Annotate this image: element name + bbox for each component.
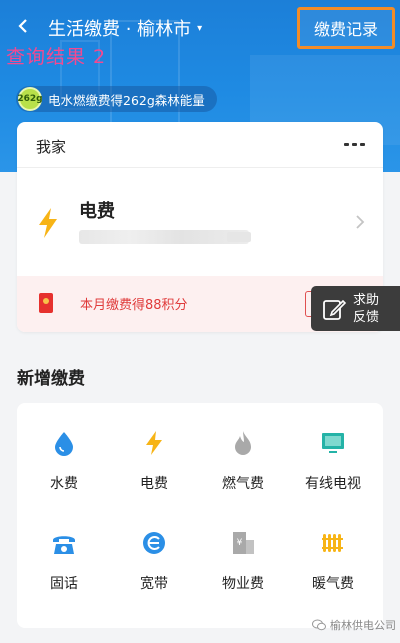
building-icon: ¥ [233,532,254,554]
help-feedback-button[interactable]: 求助反馈 [311,286,400,331]
account-number-blurred [79,230,249,244]
flame-icon [235,431,251,455]
chevron-left-icon [18,19,27,33]
svg-text:¥: ¥ [237,538,243,548]
radiator-icon [322,534,343,552]
chevron-right-icon[interactable] [355,214,365,230]
more-options-icon[interactable] [344,143,365,146]
energy-badge: 262g [17,87,43,111]
account-number-blurred [227,232,251,242]
payment-item-landline[interactable]: 固话 [23,530,103,610]
red-envelope-icon [39,293,53,313]
back-button[interactable] [12,14,34,38]
feedback-label: 求助反馈 [353,292,380,325]
payment-item-electricity[interactable]: 电费 [113,430,193,510]
lightning-icon [39,208,57,238]
payment-item-label: 固话 [50,576,78,592]
payment-item-label: 有线电视 [305,476,361,492]
lightning-icon [146,431,162,455]
caret-down-icon: ▾ [197,22,203,34]
section-title: 新增缴费 [17,369,85,389]
bill-type-name[interactable]: 电费 [79,197,115,223]
account-group-label: 我家 [36,138,67,156]
payment-item-label: 水费 [50,476,78,492]
payment-item-label: 暖气费 [312,576,354,592]
wechat-icon [312,619,326,631]
payment-item-label: 电费 [140,476,168,492]
payment-item-heating[interactable]: 暖气费 [292,530,372,610]
forest-energy-banner[interactable]: 262g 电水燃缴费得262g森林能量 [16,86,217,112]
page-title: 生活缴费 · 榆林市 [48,19,192,40]
reward-text: 本月缴费得88积分 [80,298,188,313]
energy-text: 电水燃缴费得262g森林能量 [48,92,205,108]
payment-record-button[interactable]: 缴费记录 [297,7,395,49]
card-header: 我家 [17,122,383,168]
payment-item-cable-tv[interactable]: 有线电视 [292,430,372,510]
payment-item-label: 物业费 [222,576,264,592]
watermark-text: 榆林供电公司 [330,619,396,632]
payment-item-property[interactable]: ¥ 物业费 [202,530,282,610]
annotation-text: 查询结果 2 [6,46,107,68]
water-drop-icon [55,432,73,456]
edit-icon [323,299,347,320]
payment-item-label: 燃气费 [222,476,264,492]
payment-item-water[interactable]: 水费 [23,430,103,510]
payment-item-label: 宽带 [140,576,168,592]
broadband-icon [143,532,165,554]
watermark: 榆林供电公司 [312,617,396,633]
payment-item-broadband[interactable]: 宽带 [113,530,193,610]
tv-icon [322,433,344,453]
telephone-icon [53,536,75,554]
payment-item-gas[interactable]: 燃气费 [202,430,282,510]
city-selector[interactable]: 生活缴费 · 榆林市 ▾ [48,15,202,41]
payment-type-grid: 水费 电费 燃气费 有线电视 固话 宽带 ¥ 物业费 暖气费 [17,403,383,628]
